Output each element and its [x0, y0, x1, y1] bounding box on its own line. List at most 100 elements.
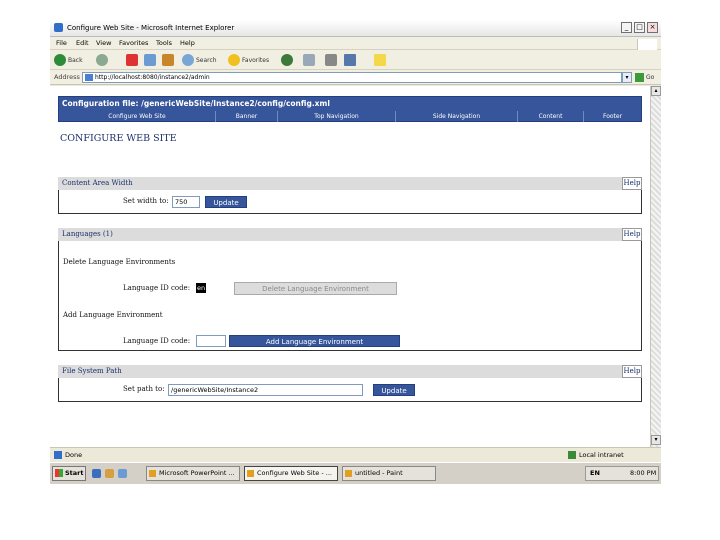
edit-icon [344, 54, 356, 66]
delete-language-id-value[interactable]: en [196, 283, 207, 293]
search-label: Search [196, 56, 217, 64]
stop-icon [126, 54, 138, 66]
content-width-section-header: Content Area Width Help [58, 177, 642, 190]
search-button[interactable]: Search [182, 53, 217, 67]
scroll-up-arrow-icon[interactable]: ▴ [651, 86, 661, 96]
menu-edit[interactable]: Edit [76, 39, 89, 47]
update-path-button[interactable]: Update [373, 384, 415, 396]
menu-favorites[interactable]: Favorites [119, 39, 148, 47]
home-button[interactable] [162, 53, 176, 67]
star-icon [228, 54, 240, 66]
languages-section: Delete Language Environments Language ID… [58, 241, 642, 351]
task-paint[interactable]: untitled - Paint [342, 466, 436, 481]
content-width-help-link[interactable]: Help [622, 177, 642, 190]
file-system-title: File System Path [62, 367, 122, 375]
path-input[interactable]: /genericWebSite/Instance2 [168, 384, 363, 396]
add-language-id-label: Language ID code: [123, 337, 191, 345]
refresh-icon [144, 54, 156, 66]
favorites-label: Favorites [242, 56, 270, 64]
width-input[interactable]: 750 [172, 196, 200, 208]
content-width-section: Set width to: 750 Update [58, 190, 642, 214]
quicklaunch-ie-icon[interactable] [92, 469, 101, 478]
add-language-heading: Add Language Environment [63, 311, 163, 319]
nav-configure-web-site[interactable]: Configure Web Site [59, 111, 215, 122]
minimize-button[interactable]: _ [621, 22, 632, 33]
nav-banner[interactable]: Banner [215, 111, 277, 122]
menu-bar: File Edit View Favorites Tools Help [50, 37, 661, 52]
file-system-section-header: File System Path Help [58, 365, 642, 378]
start-button[interactable]: Start [52, 466, 86, 481]
delete-language-heading: Delete Language Environments [63, 258, 176, 266]
add-language-button[interactable]: Add Language Environment [229, 335, 400, 347]
config-nav: Configure Web Site Banner Top Navigation… [59, 111, 641, 122]
nav-content[interactable]: Content [517, 111, 583, 122]
mail-button[interactable] [303, 53, 317, 67]
page-done-icon [54, 451, 62, 459]
back-label: Back [68, 56, 83, 64]
security-zone: Local intranet [568, 451, 624, 459]
languages-section-header: Languages (1) Help [58, 228, 642, 241]
page-title: CONFIGURE WEB SITE [60, 133, 177, 144]
print-icon [325, 54, 337, 66]
status-bar: Done Local intranet [50, 447, 661, 461]
file-system-section: Set path to: /genericWebSite/Instance2 U… [58, 378, 642, 402]
search-icon [182, 54, 194, 66]
menu-view[interactable]: View [96, 39, 111, 47]
window-title: Configure Web Site - Microsoft Internet … [67, 24, 235, 32]
add-language-id-input[interactable] [196, 335, 226, 347]
task-powerpoint[interactable]: Microsoft PowerPoint ... [146, 466, 240, 481]
browser-window: Configure Web Site - Microsoft Internet … [50, 20, 661, 484]
set-width-label: Set width to: [123, 197, 169, 205]
notes-button[interactable] [374, 53, 388, 67]
languages-help-link[interactable]: Help [622, 228, 642, 241]
content-width-title: Content Area Width [62, 179, 133, 187]
taskbar: Start Microsoft PowerPoint ... Configure… [50, 462, 661, 484]
toolbar: Back Search Favorites [50, 50, 661, 70]
address-input[interactable]: http://localhost:8080/instance2/admin [82, 72, 622, 83]
forward-button[interactable] [96, 53, 110, 67]
forward-arrow-icon [96, 54, 108, 66]
favorites-button[interactable]: Favorites [228, 53, 269, 67]
config-header: Configuration file: /genericWebSite/Inst… [58, 96, 642, 122]
vertical-scrollbar[interactable]: ▴ ▾ [650, 86, 661, 447]
intranet-icon [568, 451, 576, 459]
close-button[interactable]: × [647, 22, 658, 33]
status-done-label: Done [65, 451, 83, 459]
status-text: Done [54, 451, 82, 459]
home-icon [162, 54, 174, 66]
quicklaunch-explorer-icon[interactable] [105, 469, 114, 478]
back-button[interactable]: Back [54, 53, 83, 67]
quicklaunch-desktop-icon[interactable] [118, 469, 127, 478]
nav-top-navigation[interactable]: Top Navigation [277, 111, 395, 122]
page-content: Configuration file: /genericWebSite/Inst… [50, 86, 650, 447]
set-path-label: Set path to: [123, 385, 165, 393]
media-button[interactable] [281, 53, 295, 67]
scroll-down-arrow-icon[interactable]: ▾ [651, 435, 661, 445]
zone-label: Local intranet [579, 451, 624, 459]
nav-footer[interactable]: Footer [583, 111, 641, 122]
update-width-button[interactable]: Update [205, 196, 247, 208]
go-button[interactable]: Go [635, 73, 654, 82]
edit-button[interactable] [344, 53, 358, 67]
address-dropdown[interactable]: ▾ [622, 72, 632, 83]
delete-language-button[interactable]: Delete Language Environment [234, 282, 397, 295]
refresh-button[interactable] [144, 53, 158, 67]
language-indicator[interactable]: EN [590, 467, 600, 480]
menu-file[interactable]: File [56, 39, 67, 47]
menu-tools[interactable]: Tools [156, 39, 172, 47]
print-button[interactable] [325, 53, 339, 67]
address-bar: Address http://localhost:8080/instance2/… [50, 70, 661, 85]
go-label: Go [646, 74, 655, 81]
go-arrow-icon [635, 73, 644, 82]
title-bar: Configure Web Site - Microsoft Internet … [50, 20, 661, 37]
menu-help[interactable]: Help [180, 39, 195, 47]
stop-button[interactable] [126, 53, 140, 67]
file-system-help-link[interactable]: Help [622, 365, 642, 378]
nav-side-navigation[interactable]: Side Navigation [395, 111, 517, 122]
back-arrow-icon [54, 54, 66, 66]
notes-icon [374, 54, 386, 66]
config-file-path: Configuration file: /genericWebSite/Inst… [62, 99, 330, 108]
task-configure-web-site[interactable]: Configure Web Site - ... [244, 466, 338, 481]
maximize-button[interactable]: □ [634, 22, 645, 33]
delete-language-id-label: Language ID code: [123, 284, 191, 292]
